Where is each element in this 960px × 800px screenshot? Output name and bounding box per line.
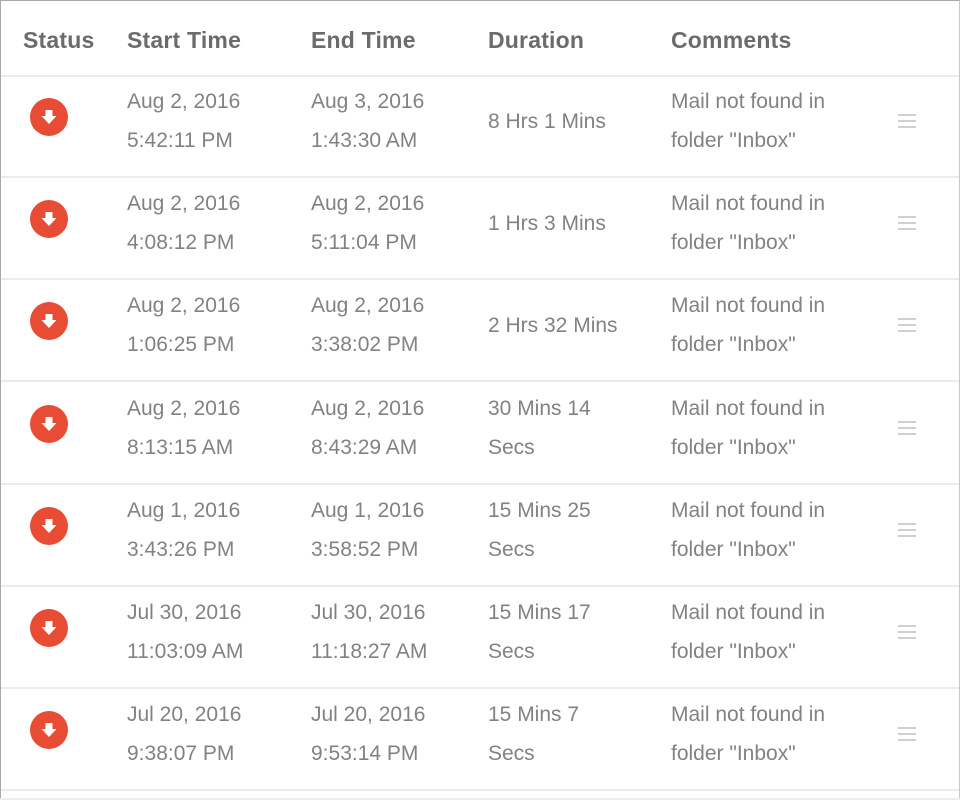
- duration: 2 Hrs 32 Mins: [488, 314, 618, 337]
- table-row[interactable]: Aug 2, 2016 5:42:11 PM Aug 3, 2016 1:43:30 …: [1, 76, 959, 178]
- start-date: Aug 1, 2016: [127, 499, 241, 522]
- down-arrow-circle-icon: [30, 302, 68, 340]
- comment-line-2: folder "Inbox": [671, 129, 796, 152]
- duration: 15 Mins 17 Secs: [488, 601, 591, 663]
- start-date: Jul 30, 2016: [127, 601, 242, 624]
- start-date: Jul 20, 2016: [127, 703, 242, 726]
- end-time: 5:11:04 PM: [311, 231, 417, 254]
- end-date: Aug 2, 2016: [311, 192, 425, 215]
- start-date: Aug 2, 2016: [127, 90, 241, 113]
- start-time: 3:43:26 PM: [127, 538, 235, 561]
- comment-line-1: Mail not found in: [671, 499, 826, 522]
- start-time: 9:38:07 PM: [127, 742, 235, 765]
- start-time: 1:06:25 PM: [127, 333, 235, 356]
- hamburger-menu-icon[interactable]: [898, 625, 916, 643]
- comment-line-1: Mail not found in: [671, 192, 826, 215]
- header-comments[interactable]: Comments: [671, 27, 791, 54]
- end-time: 3:58:52 PM: [311, 538, 419, 561]
- end-time: 3:38:02 PM: [311, 333, 419, 356]
- comment-line-1: Mail not found in: [671, 90, 826, 113]
- comment-line-2: folder "Inbox": [671, 640, 796, 663]
- comment-line-2: folder "Inbox": [671, 742, 796, 765]
- down-arrow-circle-icon: [30, 98, 68, 136]
- end-date: Aug 1, 2016: [311, 499, 425, 522]
- end-date: Jul 20, 2016: [311, 703, 426, 726]
- hamburger-menu-icon[interactable]: [898, 216, 916, 234]
- hamburger-menu-icon[interactable]: [898, 421, 916, 439]
- comment-line-1: Mail not found in: [671, 294, 826, 317]
- duration: 30 Mins 14 Secs: [488, 397, 591, 459]
- table-row[interactable]: Jul 30, 2016 11:03:09 AM Jul 30, 2016 11:18…: [1, 587, 959, 689]
- duration: 1 Hrs 3 Mins: [488, 212, 606, 235]
- start-time: 5:42:11 PM: [127, 129, 233, 152]
- end-time: 8:43:29 AM: [311, 436, 418, 459]
- comment-line-2: folder "Inbox": [671, 231, 796, 254]
- comment-line-2: folder "Inbox": [671, 538, 796, 561]
- hamburger-menu-icon[interactable]: [898, 523, 916, 541]
- end-time: 11:18:27 AM: [311, 640, 428, 663]
- header-duration[interactable]: Duration: [488, 27, 584, 54]
- end-date: Aug 3, 2016: [311, 90, 425, 113]
- table-row[interactable]: Aug 2, 2016 1:06:25 PM Aug 2, 2016 3:38:02 …: [1, 280, 959, 382]
- table-row[interactable]: Jul 20, 2016 9:38:07 PM Jul 20, 2016 9:53:1…: [1, 689, 959, 791]
- start-date: Aug 2, 2016: [127, 192, 241, 215]
- hamburger-menu-icon[interactable]: [898, 318, 916, 336]
- downtime-table: Status Start Time End Time Duration Comm…: [0, 0, 960, 799]
- header-end-time[interactable]: End Time: [311, 27, 416, 54]
- down-arrow-circle-icon: [30, 405, 68, 443]
- table-row[interactable]: Aug 2, 2016 4:08:12 PM Aug 2, 2016 5:11:04 …: [1, 178, 959, 280]
- comment-line-2: folder "Inbox": [671, 436, 796, 459]
- header-status[interactable]: Status: [23, 27, 95, 54]
- end-date: Aug 2, 2016: [311, 397, 425, 420]
- end-date: Aug 2, 2016: [311, 294, 425, 317]
- down-arrow-circle-icon: [30, 711, 68, 749]
- table-row[interactable]: Aug 1, 2016 3:43:26 PM Aug 1, 2016 3:58:52 …: [1, 485, 959, 587]
- hamburger-menu-icon[interactable]: [898, 114, 916, 132]
- start-date: Aug 2, 2016: [127, 294, 241, 317]
- comment-line-1: Mail not found in: [671, 703, 826, 726]
- start-time: 4:08:12 PM: [127, 231, 235, 254]
- end-time: 9:53:14 PM: [311, 742, 419, 765]
- table-header: Status Start Time End Time Duration Comm…: [1, 1, 959, 77]
- end-time: 1:43:30 AM: [311, 129, 418, 152]
- header-start-time[interactable]: Start Time: [127, 27, 241, 54]
- end-date: Jul 30, 2016: [311, 601, 426, 624]
- comment-line-1: Mail not found in: [671, 601, 826, 624]
- start-time: 11:03:09 AM: [127, 640, 244, 663]
- comment-line-1: Mail not found in: [671, 397, 826, 420]
- table-row[interactable]: Aug 2, 2016 8:13:15 AM Aug 2, 2016 8:43:29 …: [1, 383, 959, 485]
- down-arrow-circle-icon: [30, 507, 68, 545]
- comment-line-2: folder "Inbox": [671, 333, 796, 356]
- down-arrow-circle-icon: [30, 200, 68, 238]
- duration: 15 Mins 7 Secs: [488, 703, 580, 765]
- duration: 15 Mins 25 Secs: [488, 499, 591, 561]
- hamburger-menu-icon[interactable]: [898, 727, 916, 745]
- start-time: 8:13:15 AM: [127, 436, 234, 459]
- down-arrow-circle-icon: [30, 609, 68, 647]
- start-date: Aug 2, 2016: [127, 397, 241, 420]
- duration: 8 Hrs 1 Mins: [488, 110, 606, 133]
